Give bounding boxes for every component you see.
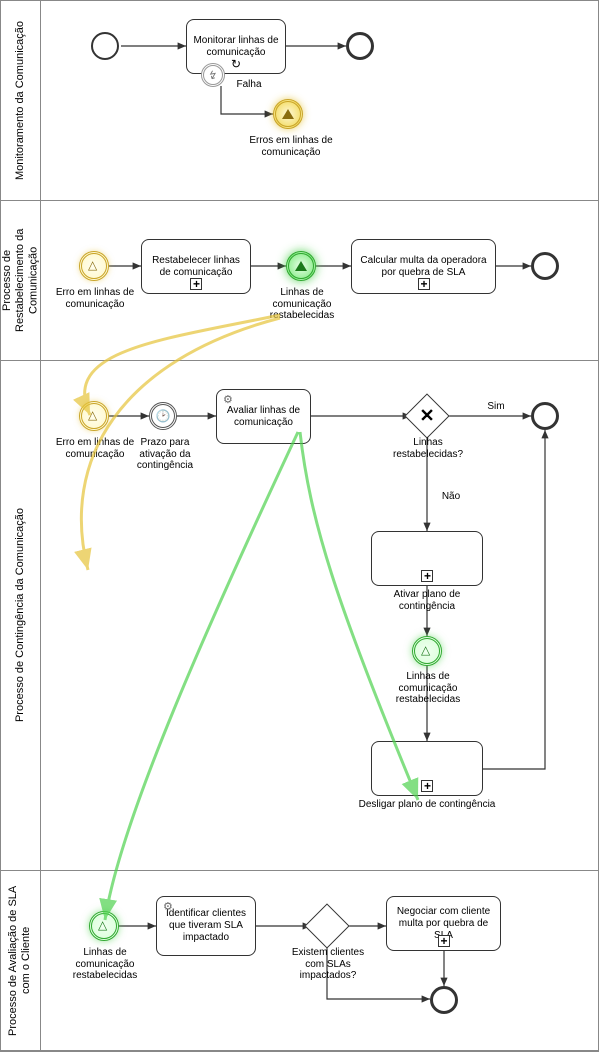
end-event <box>531 402 559 430</box>
gear-icon: ⚙ <box>223 394 233 407</box>
task-identificar: ⚙ Identificar clientes que tiveram SLA i… <box>156 896 256 956</box>
gateway-no-label: Não <box>436 491 466 503</box>
gateway-label: Linhas restabelecidas? <box>393 437 463 460</box>
lane-content: Monitorar linhas de comunicação ↻ Falha … <box>41 1 598 200</box>
task-label: Identificar clientes que tiveram SLA imp… <box>161 908 251 944</box>
x-icon: ✕ <box>419 406 434 427</box>
triangle-icon <box>421 646 433 656</box>
subprocess-icon <box>190 278 202 290</box>
lane-monitoramento: Monitoramento da Comunicação <box>1 1 598 201</box>
lane-content: Erro em linhas de comunicação Prazo para… <box>41 361 598 870</box>
task-calcular-multa: Calcular multa da operadora por quebra d… <box>351 239 496 294</box>
signal-catch-start <box>89 911 119 941</box>
signal-label: Linhas de comunicação restabelecidas <box>259 287 345 322</box>
task-restabelecer: Restabelecer linhas de comunicação <box>141 239 251 294</box>
gear-icon: ⚙ <box>163 901 173 914</box>
start-event <box>91 32 119 60</box>
signal-catch-start <box>79 401 109 431</box>
lane-header: Processo de Contingência da Comunicação <box>1 361 41 870</box>
subprocess-icon <box>421 780 433 792</box>
lane-title: Processo de Contingência da Comunicação <box>14 500 27 730</box>
lane-title: Processo de Avaliação de SLA com o Clien… <box>7 871 33 1050</box>
subprocess-icon <box>418 278 430 290</box>
task-label: Desligar plano de contingência <box>357 799 497 811</box>
task-label: Restabelecer linhas de comunicação <box>146 255 246 279</box>
gateway-yes-label: Sim <box>481 401 511 413</box>
triangle-icon <box>88 411 100 421</box>
lane-content: Linhas de comunicação restabelecidas ⚙ I… <box>41 871 598 1050</box>
bpmn-diagram: Monitoramento da Comunicação <box>0 0 599 1052</box>
gateway-restabelecidas: ✕ <box>404 393 449 438</box>
lane-title: Processo de Restabelecimento da Comunica… <box>1 201 41 360</box>
lane-header: Monitoramento da Comunicação <box>1 1 41 200</box>
task-desligar-contingencia <box>371 741 483 796</box>
signal-throw-event <box>273 99 303 129</box>
lane-header: Processo de Restabelecimento da Comunica… <box>1 201 41 360</box>
signal-label: Erros em linhas de comunicação <box>246 135 336 158</box>
signal-label: Linhas de comunicação restabelecidas <box>65 947 145 982</box>
end-event <box>430 986 458 1014</box>
task-avaliar: ⚙ Avaliar linhas de comunicação <box>216 389 311 444</box>
lane-content: Erro em linhas de comunicação Restabelec… <box>41 201 598 360</box>
lane-header: Processo de Avaliação de SLA com o Clien… <box>1 871 41 1050</box>
lane-title: Monitoramento da Comunicação <box>14 13 27 188</box>
task-label: Avaliar linhas de comunicação <box>221 405 306 429</box>
boundary-error-event <box>201 63 225 87</box>
task-label: Ativar plano de contingência <box>367 589 487 612</box>
gateway-existem-clientes <box>304 903 349 948</box>
lane-restabelecimento: Processo de Restabelecimento da Comunica… <box>1 201 598 361</box>
signal-label: Erro em linhas de comunicação <box>55 287 135 310</box>
boundary-label: Falha <box>229 79 269 91</box>
signal-catch-intermediate <box>412 636 442 666</box>
loop-icon: ↻ <box>231 57 241 71</box>
task-label: Calcular multa da operadora por quebra d… <box>356 255 491 279</box>
timer-label: Prazo para ativação da contingência <box>125 437 205 472</box>
timer-event <box>149 402 177 430</box>
lane-contingencia: Processo de Contingência da Comunicação … <box>1 361 598 871</box>
gateway-label: Existem clientes com SLAs impactados? <box>289 947 367 982</box>
triangle-icon <box>88 261 100 271</box>
triangle-icon <box>98 921 110 931</box>
subprocess-icon <box>438 935 450 947</box>
triangle-icon <box>295 261 307 271</box>
task-ativar-contingencia <box>371 531 483 586</box>
subprocess-icon <box>421 570 433 582</box>
signal-label: Erro em linhas de comunicação <box>55 437 135 460</box>
task-negociar: Negociar com cliente multa por quebra de… <box>386 896 501 951</box>
signal-throw-intermediate <box>286 251 316 281</box>
task-monitorar: Monitorar linhas de comunicação ↻ <box>186 19 286 74</box>
end-event <box>531 252 559 280</box>
end-event <box>346 32 374 60</box>
triangle-icon <box>282 109 294 119</box>
lane-avaliacao-sla: Processo de Avaliação de SLA com o Clien… <box>1 871 598 1051</box>
signal-label: Linhas de comunicação restabelecidas <box>385 671 471 706</box>
task-label: Monitorar linhas de comunicação <box>191 35 281 59</box>
signal-catch-start <box>79 251 109 281</box>
